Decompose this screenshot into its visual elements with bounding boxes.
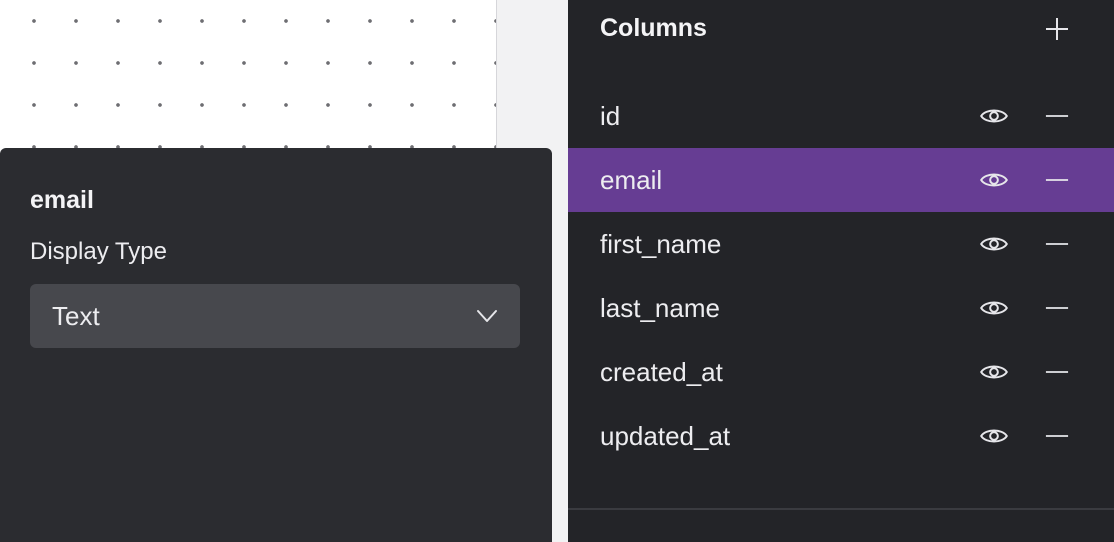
column-name: first_name [600,228,722,259]
column-properties-popover: email Display Type Text [0,148,552,542]
display-type-value: Text [52,300,100,331]
column-row-first-name[interactable]: first_name [568,212,1114,276]
plus-icon [1044,16,1070,42]
eye-icon[interactable] [978,295,1010,321]
display-type-label: Display Type [30,238,167,265]
minus-icon[interactable] [1044,295,1070,321]
column-row-created-at[interactable]: created_at [568,340,1114,404]
minus-icon[interactable] [1044,231,1070,257]
minus-icon[interactable] [1044,103,1070,129]
column-row-email[interactable]: email [568,148,1114,212]
column-row-updated-at[interactable]: updated_at [568,404,1114,468]
column-name: email [600,164,663,195]
app-root: email Display Type Text Columns id email f… [0,0,1114,542]
column-row-last-name[interactable]: last_name [568,276,1114,340]
eye-icon[interactable] [978,103,1010,129]
eye-icon[interactable] [978,359,1010,385]
column-name: created_at [600,356,723,387]
display-type-select[interactable]: Text [30,284,520,348]
column-name: updated_at [600,420,731,451]
minus-icon[interactable] [1044,423,1070,449]
sidebar-divider [568,508,1114,510]
chevron-down-icon [476,309,498,323]
column-name: id [600,100,621,131]
column-row-id[interactable]: id [568,84,1114,148]
eye-icon[interactable] [978,231,1010,257]
columns-sidebar: Columns id email first_name last_namecreate… [568,0,1114,542]
minus-icon[interactable] [1044,167,1070,193]
columns-title: Columns [600,14,707,42]
column-list: id email first_name last_name created_atupda… [568,84,1114,468]
column-name: last_name [600,292,720,323]
popover-heading: email [30,186,94,214]
minus-icon[interactable] [1044,359,1070,385]
eye-icon[interactable] [978,167,1010,193]
eye-icon[interactable] [978,423,1010,449]
add-column-button[interactable] [1042,14,1072,44]
